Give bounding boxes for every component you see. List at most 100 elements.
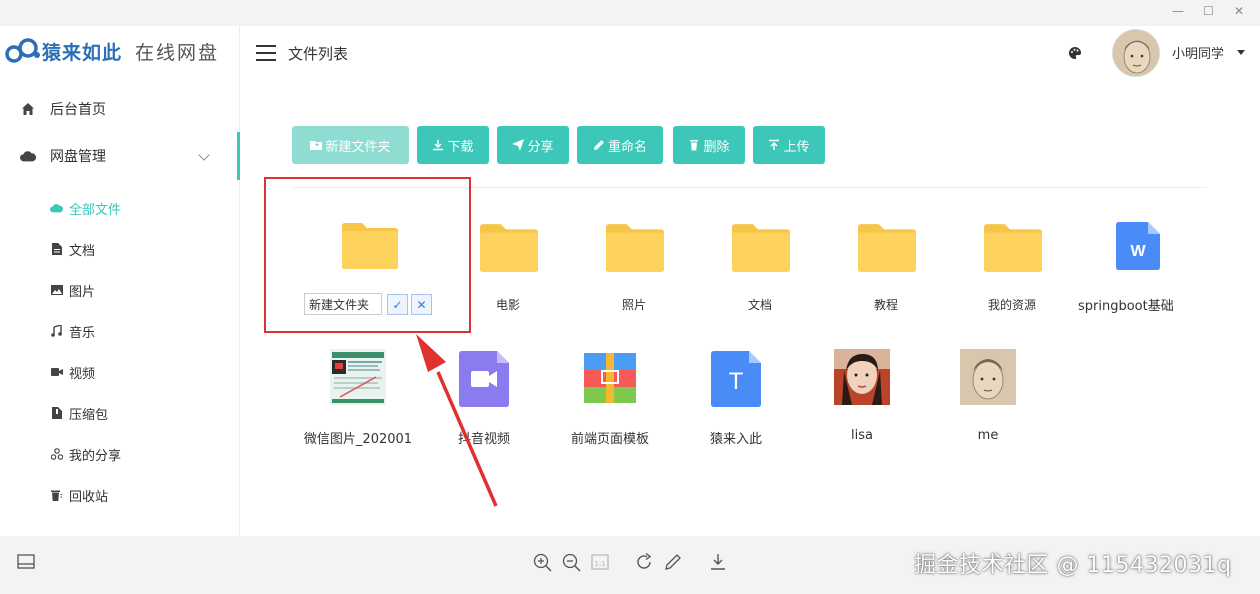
close-window-button[interactable]: ✕	[1234, 4, 1244, 18]
download-icon	[433, 140, 444, 151]
folder-icon	[858, 224, 916, 272]
active-indicator	[237, 132, 240, 180]
sidebar-item-all-files[interactable]: 全部文件	[50, 188, 121, 228]
page-title: 文件列表	[288, 45, 349, 63]
text-file-icon: T	[711, 351, 761, 407]
viewer-toolbar: 1:1 掘金技术社区 @ 115432031q	[0, 536, 1260, 594]
logo-title: 猿来如此	[42, 42, 123, 64]
word-file-icon: W	[1116, 222, 1160, 270]
menu-disk-label: 网盘管理	[50, 149, 106, 165]
sidebar-item-label: 回收站	[69, 489, 109, 505]
sidebar-item-images[interactable]: 图片	[50, 270, 95, 310]
file-name: lisa	[851, 428, 873, 443]
menu-home-label: 后台首页	[50, 102, 106, 118]
sidebar-item-label: 音乐	[69, 325, 96, 341]
annotation-highlight-box	[264, 177, 471, 333]
menu-toggle-icon[interactable]	[256, 45, 276, 61]
download-label: 下载	[447, 139, 474, 155]
rename-label: 重命名	[607, 139, 647, 155]
logo-subtitle: 在线网盘	[135, 42, 220, 64]
folder-plus-icon	[310, 141, 323, 150]
image-icon	[50, 284, 63, 297]
folder-icon	[984, 224, 1042, 272]
share-button[interactable]: 分享	[497, 126, 569, 164]
folder-icon	[732, 224, 790, 272]
logo: 猿来如此 在线网盘	[0, 26, 240, 80]
archive-file-icon	[584, 353, 636, 403]
svg-text:1:1: 1:1	[594, 560, 605, 568]
delete-button[interactable]: 删除	[673, 126, 745, 164]
logo-cloud-icon	[5, 38, 40, 63]
sidebar-item-label: 我的分享	[69, 448, 122, 464]
watermark: 掘金技术社区 @ 115432031q	[914, 553, 1232, 578]
new-folder-button[interactable]: 新建文件夹	[292, 126, 409, 164]
app-window: 猿来如此 在线网盘 后台首页 网盘管理 全部文件 文档 图片 音乐 视频 压缩包…	[0, 26, 1260, 536]
username[interactable]: 小明同学	[1172, 43, 1224, 62]
window-titlebar: — ☐ ✕	[0, 0, 1260, 26]
share-label: 分享	[527, 139, 554, 155]
zoom-out-icon[interactable]	[561, 552, 581, 572]
folder-icon	[480, 224, 538, 272]
video-icon	[50, 366, 63, 379]
sidebar-item-label: 压缩包	[69, 407, 109, 423]
file-name: me	[977, 428, 999, 443]
cloud-icon	[20, 148, 36, 164]
image-thumbnail	[330, 349, 386, 405]
maximize-button[interactable]: ☐	[1203, 4, 1214, 18]
file-name: 教程	[873, 298, 898, 312]
trash-icon	[50, 489, 63, 502]
sidebar-item-documents[interactable]: 文档	[50, 229, 95, 269]
actual-size-icon[interactable]: 1:1	[590, 552, 610, 572]
edit-pencil-icon[interactable]	[663, 552, 683, 572]
pencil-icon	[593, 140, 604, 150]
sidebar-item-my-shares[interactable]: 我的分享	[50, 434, 121, 474]
menu-home[interactable]: 后台首页	[0, 86, 240, 132]
download-button[interactable]: 下载	[417, 126, 489, 164]
sidebar-item-label: 图片	[69, 284, 96, 300]
download-icon[interactable]	[708, 552, 728, 572]
annotation-arrow	[416, 334, 498, 507]
menu-disk-management[interactable]: 网盘管理	[0, 132, 240, 180]
archive-icon	[50, 407, 63, 420]
new-folder-label: 新建文件夹	[325, 139, 391, 155]
document-icon	[50, 243, 63, 256]
rename-button[interactable]: 重命名	[577, 126, 663, 164]
upload-icon	[769, 139, 780, 150]
chevron-down-icon	[198, 149, 210, 161]
file-name: 照片	[621, 298, 646, 312]
sidebar-item-music[interactable]: 音乐	[50, 311, 95, 351]
home-icon	[20, 101, 36, 117]
folder-icon	[606, 224, 664, 272]
file-name: 我的资源	[987, 298, 1036, 312]
file-name: 前端页面模板	[570, 432, 649, 447]
sidebar-item-label: 视频	[69, 366, 96, 382]
panel-toggle-icon[interactable]	[16, 552, 36, 572]
cloud-icon	[50, 202, 63, 215]
header: 文件列表 小明同学	[240, 26, 1260, 80]
photo-thumbnail	[834, 349, 890, 405]
palette-icon[interactable]	[1068, 46, 1082, 60]
file-name: springboot基础	[1078, 299, 1174, 314]
photo-thumbnail	[960, 349, 1016, 405]
svg-text:T: T	[729, 368, 744, 395]
sidebar-item-label: 文档	[69, 243, 96, 259]
file-name: 文档	[747, 298, 772, 312]
share-icon	[50, 448, 63, 461]
delete-label: 删除	[703, 139, 730, 155]
sidebar: 猿来如此 在线网盘 后台首页 网盘管理 全部文件 文档 图片 音乐 视频 压缩包…	[0, 26, 240, 536]
minimize-button[interactable]: —	[1172, 4, 1184, 18]
trash-icon	[690, 140, 699, 151]
sidebar-item-videos[interactable]: 视频	[50, 352, 95, 392]
upload-label: 上传	[783, 139, 810, 155]
svg-text:W: W	[1130, 243, 1146, 260]
music-icon	[50, 325, 63, 338]
sidebar-item-recycle-bin[interactable]: 回收站	[50, 475, 108, 515]
sidebar-item-label: 全部文件	[69, 202, 122, 218]
caret-down-icon[interactable]	[1237, 50, 1245, 55]
file-name: 猿来入此	[709, 432, 762, 447]
rotate-icon[interactable]	[634, 552, 654, 572]
sidebar-item-archives[interactable]: 压缩包	[50, 393, 108, 433]
upload-button[interactable]: 上传	[753, 126, 825, 164]
zoom-in-icon[interactable]	[532, 552, 552, 572]
avatar[interactable]	[1112, 29, 1160, 77]
